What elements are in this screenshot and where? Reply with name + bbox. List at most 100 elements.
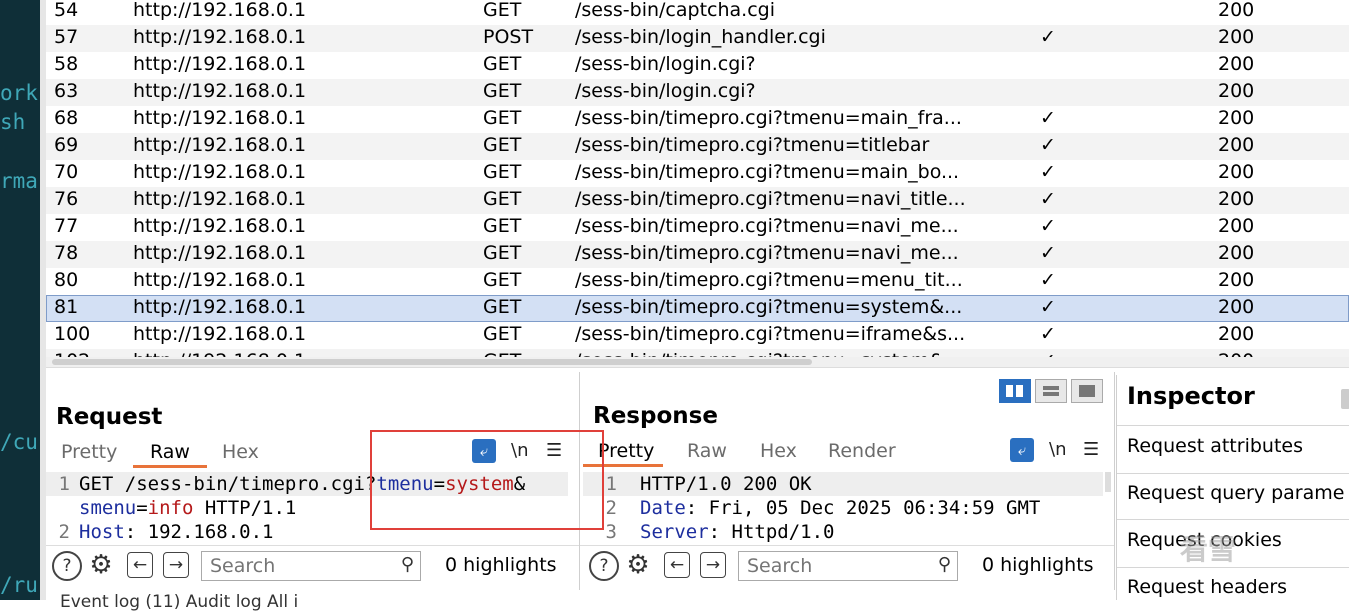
response-editor[interactable]: 1 HTTP/1.0 200 OK 2 Date: Fri, 05 Dec 20… bbox=[583, 472, 1113, 543]
table-row[interactable]: 102 http://192.168.0.1 GET/sess-bin/timepr… bbox=[46, 349, 1349, 357]
host-cell: http://192.168.0.1 bbox=[133, 53, 307, 75]
line-number: 1 bbox=[58, 473, 70, 495]
url-cell: /sess-bin/timepro.cgi?tmenu=navi_title..… bbox=[575, 188, 966, 210]
params-check: ✓ bbox=[1040, 296, 1056, 318]
inspector-request-query-params[interactable]: Request query parame bbox=[1127, 482, 1344, 504]
watermark-text: 看雪 bbox=[1180, 533, 1237, 566]
wrap-icon[interactable]: ⤶ bbox=[1010, 438, 1034, 462]
status-cell: 200 bbox=[1218, 134, 1255, 156]
terminal-line: sh bbox=[0, 110, 26, 134]
request-tab-pretty[interactable]: Pretty bbox=[61, 441, 117, 463]
gear-icon[interactable]: ⚙ bbox=[88, 551, 114, 579]
status-line: HTTP/1.0 200 OK bbox=[640, 473, 812, 495]
table-row[interactable]: 80 http://192.168.0.1 GET/sess-bin/timepro… bbox=[46, 268, 1349, 295]
request-number: 63 bbox=[54, 80, 79, 102]
method-cell: GET bbox=[483, 188, 522, 210]
table-row[interactable]: 57 http://192.168.0.1 POST/sess-bin/login_… bbox=[46, 25, 1349, 52]
response-tab-pretty[interactable]: Pretty bbox=[598, 440, 654, 462]
method-cell: GET bbox=[483, 161, 522, 183]
status-cell: 200 bbox=[1218, 323, 1255, 345]
panel-divider[interactable] bbox=[1114, 372, 1115, 590]
host-cell: http://192.168.0.1 bbox=[133, 26, 307, 48]
status-cell: 200 bbox=[1218, 296, 1255, 318]
help-icon[interactable]: ? bbox=[589, 551, 619, 581]
params-check: ✓ bbox=[1040, 323, 1056, 345]
request-search-bar: ? ⚙ ← → ⚲ 0 highlights bbox=[46, 545, 579, 586]
inspector-request-attributes[interactable]: Request attributes bbox=[1127, 435, 1303, 457]
url-cell: /sess-bin/captcha.cgi bbox=[575, 0, 775, 21]
url-cell: /sess-bin/login.cgi? bbox=[575, 80, 756, 102]
layout-stacked-button[interactable] bbox=[1035, 379, 1067, 403]
params-check: ✓ bbox=[1040, 242, 1056, 264]
table-row[interactable]: 58 http://192.168.0.1 GET/sess-bin/login.c… bbox=[46, 52, 1349, 79]
header-value: : Httpd/1.0 bbox=[708, 521, 835, 543]
terminal-line: /cu bbox=[0, 430, 38, 454]
request-number: 81 bbox=[54, 296, 79, 318]
inspector-title: Inspector bbox=[1127, 382, 1255, 410]
status-cell: 200 bbox=[1218, 161, 1255, 183]
active-tab-underline bbox=[133, 465, 207, 468]
next-arrow-icon[interactable]: → bbox=[163, 552, 189, 578]
table-row[interactable]: 69 http://192.168.0.1 GET/sess-bin/timepro… bbox=[46, 133, 1349, 160]
host-cell: http://192.168.0.1 bbox=[133, 80, 307, 102]
status-cell: 200 bbox=[1218, 0, 1255, 21]
search-input[interactable]: ⚲ bbox=[201, 551, 421, 581]
next-arrow-icon[interactable]: → bbox=[700, 552, 726, 578]
search-field[interactable] bbox=[745, 554, 929, 578]
table-row[interactable]: 77 http://192.168.0.1 GET/sess-bin/timepro… bbox=[46, 214, 1349, 241]
table-row[interactable]: 100 http://192.168.0.1 GET/sess-bin/timepr… bbox=[46, 322, 1349, 349]
newline-toggle[interactable]: \n bbox=[1049, 439, 1066, 460]
url-cell: /sess-bin/timepro.cgi?tmenu=iframe&s... bbox=[575, 323, 966, 345]
url-cell: /sess-bin/timepro.cgi?tmenu=system&... bbox=[575, 349, 995, 357]
request-tab-hex[interactable]: Hex bbox=[222, 441, 259, 463]
request-number: 54 bbox=[54, 0, 79, 21]
host-cell: http://192.168.0.1 bbox=[133, 0, 307, 21]
method-cell: GET bbox=[483, 0, 522, 21]
table-row[interactable]: 78 http://192.168.0.1 GET/sess-bin/timepro… bbox=[46, 241, 1349, 268]
layout-single-button[interactable] bbox=[1071, 379, 1103, 403]
watermark-logo: 看雪 bbox=[1180, 528, 1236, 568]
url-cell: /sess-bin/login_handler.cgi bbox=[575, 26, 826, 48]
method-cell: GET bbox=[483, 349, 521, 357]
request-number: 77 bbox=[54, 215, 79, 237]
params-check: ✓ bbox=[1040, 269, 1056, 291]
response-tab-render[interactable]: Render bbox=[828, 440, 896, 462]
help-icon[interactable]: ? bbox=[52, 551, 82, 581]
method-cell: GET bbox=[483, 242, 522, 264]
table-row[interactable]: 81 http://192.168.0.1 GET/sess-bin/timepro… bbox=[46, 295, 1349, 322]
terminal-line: /ru bbox=[0, 573, 38, 597]
status-cell: 200 bbox=[1218, 107, 1255, 129]
request-line: GET /sess-bin/timepro.cgi? bbox=[79, 473, 377, 495]
menu-icon[interactable]: ☰ bbox=[1083, 439, 1099, 460]
search-input[interactable]: ⚲ bbox=[738, 551, 958, 581]
status-cell: 200 bbox=[1218, 269, 1255, 291]
scrollbar-thumb[interactable] bbox=[52, 359, 812, 365]
status-cell: 200 bbox=[1218, 188, 1255, 210]
method-cell: GET bbox=[483, 215, 522, 237]
search-icon: ⚲ bbox=[400, 554, 414, 575]
gear-icon[interactable]: ⚙ bbox=[625, 551, 651, 579]
previous-arrow-icon[interactable]: ← bbox=[127, 552, 153, 578]
table-row[interactable]: 76 http://192.168.0.1 GET/sess-bin/timepro… bbox=[46, 187, 1349, 214]
params-check: ✓ bbox=[1040, 107, 1056, 129]
table-row[interactable]: 68 http://192.168.0.1 GET/sess-bin/timepro… bbox=[46, 106, 1349, 133]
response-tab-raw[interactable]: Raw bbox=[687, 440, 727, 462]
host-cell: http://192.168.0.1 bbox=[133, 269, 307, 291]
line-number: 2 bbox=[58, 521, 70, 543]
header-name: Host bbox=[79, 521, 125, 543]
layout-side-by-side-button[interactable] bbox=[999, 379, 1031, 403]
previous-arrow-icon[interactable]: ← bbox=[664, 552, 690, 578]
method-cell: GET bbox=[483, 134, 522, 156]
request-tab-raw[interactable]: Raw bbox=[150, 441, 190, 463]
inspector-request-headers[interactable]: Request headers bbox=[1127, 576, 1287, 598]
table-row[interactable]: 63 http://192.168.0.1 GET/sess-bin/login.c… bbox=[46, 79, 1349, 106]
url-cell: /sess-bin/timepro.cgi?tmenu=menu_tit... bbox=[575, 269, 963, 291]
header-name: Date bbox=[640, 497, 686, 519]
highlights-count: 0 highlights bbox=[982, 554, 1094, 576]
terminal-strip: ork sh rma /cu /ru bbox=[0, 0, 40, 600]
response-tab-hex[interactable]: Hex bbox=[760, 440, 797, 462]
search-field[interactable] bbox=[208, 554, 392, 578]
table-row[interactable]: 54 http://192.168.0.1 GET/sess-bin/captcha… bbox=[46, 0, 1349, 25]
bottom-tabs[interactable]: Event log (11) Audit log All i bbox=[60, 592, 298, 612]
table-row[interactable]: 70 http://192.168.0.1 GET/sess-bin/timepro… bbox=[46, 160, 1349, 187]
